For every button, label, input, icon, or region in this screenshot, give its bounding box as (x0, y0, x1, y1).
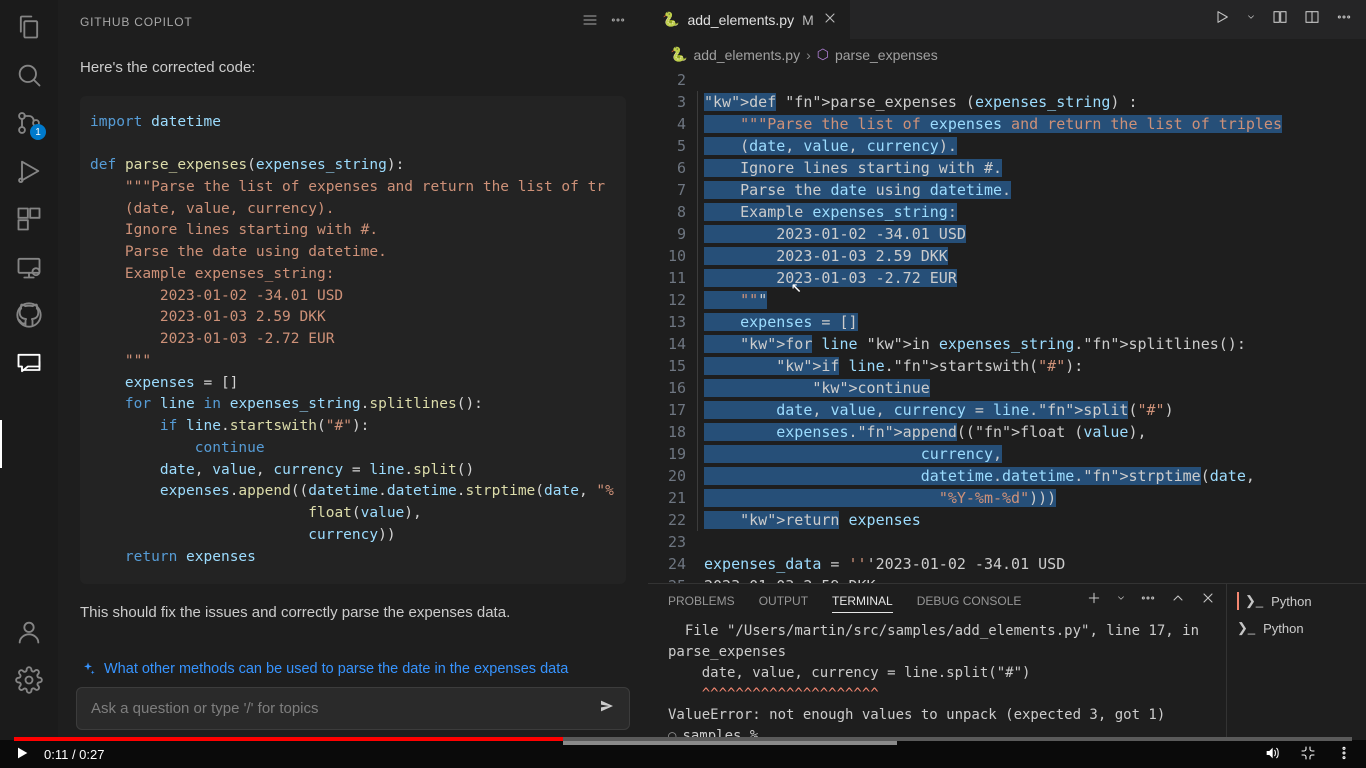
copilot-title: GITHUB COPILOT (80, 15, 193, 29)
video-progress-bar[interactable] (14, 737, 1352, 741)
breadcrumb-symbol: parse_expenses (835, 47, 938, 63)
explorer-icon[interactable] (14, 12, 44, 42)
copilot-input-field[interactable] (91, 700, 563, 717)
video-time: 0:11 / 0:27 (44, 747, 104, 762)
github-icon[interactable] (14, 300, 44, 330)
copilot-panel: GITHUB COPILOT Here's the corrected code… (58, 0, 648, 740)
terminal-shell-icon: ❯_ (1237, 620, 1255, 636)
send-icon[interactable] (599, 698, 615, 719)
tab-modified-indicator: M (802, 12, 814, 28)
python-file-icon: 🐍 (670, 46, 687, 63)
breadcrumb-file: add_elements.py (693, 47, 800, 63)
copilot-input[interactable] (76, 687, 630, 730)
tab-add-elements[interactable]: 🐍 add_elements.py M (648, 0, 851, 39)
sparkle-icon (80, 661, 96, 677)
exit-fullscreen-icon[interactable] (1300, 745, 1316, 764)
search-icon[interactable] (14, 60, 44, 90)
panel-more-icon[interactable] (610, 12, 626, 31)
split-editor-icon[interactable] (1304, 9, 1320, 30)
copilot-chat-icon[interactable] (14, 348, 44, 378)
chevron-right-icon: › (806, 47, 811, 63)
close-icon[interactable] (822, 10, 836, 29)
run-debug-icon[interactable] (14, 156, 44, 186)
terminal-chevron-icon[interactable] (1116, 590, 1126, 611)
tab-problems[interactable]: PROBLEMS (668, 590, 735, 613)
terminal-output[interactable]: File "/Users/martin/src/samples/add_elem… (648, 613, 1226, 755)
video-more-icon[interactable] (1336, 745, 1352, 764)
play-button[interactable] (14, 745, 30, 764)
source-control-icon[interactable]: 1 (14, 108, 44, 138)
code-editor[interactable]: 2345678910111213141516171819202122232425… (648, 69, 1366, 583)
tab-bar: 🐍 add_elements.py M (648, 0, 1366, 40)
terminal-session-python-2[interactable]: ❯_ Python (1237, 620, 1356, 636)
tab-output[interactable]: OUTPUT (759, 590, 808, 613)
diff-icon[interactable] (1272, 9, 1288, 30)
close-panel-icon[interactable] (1200, 590, 1216, 611)
run-icon[interactable] (1214, 9, 1230, 30)
terminal-more-icon[interactable] (1140, 590, 1156, 611)
breadcrumb[interactable]: 🐍 add_elements.py › ⬡ parse_expenses (648, 40, 1366, 69)
run-chevron-icon[interactable] (1246, 9, 1256, 30)
volume-icon[interactable] (1264, 745, 1280, 764)
tab-debug-console[interactable]: DEBUG CONSOLE (917, 590, 1022, 613)
remote-explorer-icon[interactable] (14, 252, 44, 282)
tab-terminal[interactable]: TERMINAL (832, 590, 893, 613)
copilot-intro-text: Here's the corrected code: (80, 57, 626, 80)
terminal-sessions: ❯_ Python ❯_ Python (1226, 584, 1366, 740)
terminal-shell-icon: ❯_ (1245, 593, 1263, 609)
account-icon[interactable] (14, 617, 44, 647)
copilot-suggestion-text: What other methods can be used to parse … (104, 661, 568, 677)
scm-badge: 1 (30, 124, 46, 140)
panel-menu-icon[interactable] (582, 12, 598, 31)
copilot-suggestion[interactable]: What other methods can be used to parse … (58, 661, 648, 687)
activity-bar: 1 (0, 0, 58, 740)
editor-panel: 🐍 add_elements.py M 🐍 add_elements.py › … (648, 0, 1366, 740)
copilot-outro-text: This should fix the issues and correctly… (80, 602, 626, 625)
terminal-panel: PROBLEMS OUTPUT TERMINAL DEBUG CONSOLE F… (648, 583, 1366, 740)
maximize-panel-icon[interactable] (1170, 590, 1186, 611)
video-player-controls: 0:11 / 0:27 (0, 740, 1366, 768)
python-file-icon: 🐍 (662, 11, 679, 28)
extensions-icon[interactable] (14, 204, 44, 234)
symbol-function-icon: ⬡ (817, 46, 829, 63)
tab-filename: add_elements.py (687, 12, 794, 28)
new-terminal-icon[interactable] (1086, 590, 1102, 611)
terminal-session-python-1[interactable]: ❯_ Python (1237, 592, 1356, 610)
settings-gear-icon[interactable] (14, 665, 44, 695)
more-icon[interactable] (1336, 9, 1352, 30)
copilot-code-block[interactable]: import datetime def parse_expenses(expen… (80, 96, 626, 585)
